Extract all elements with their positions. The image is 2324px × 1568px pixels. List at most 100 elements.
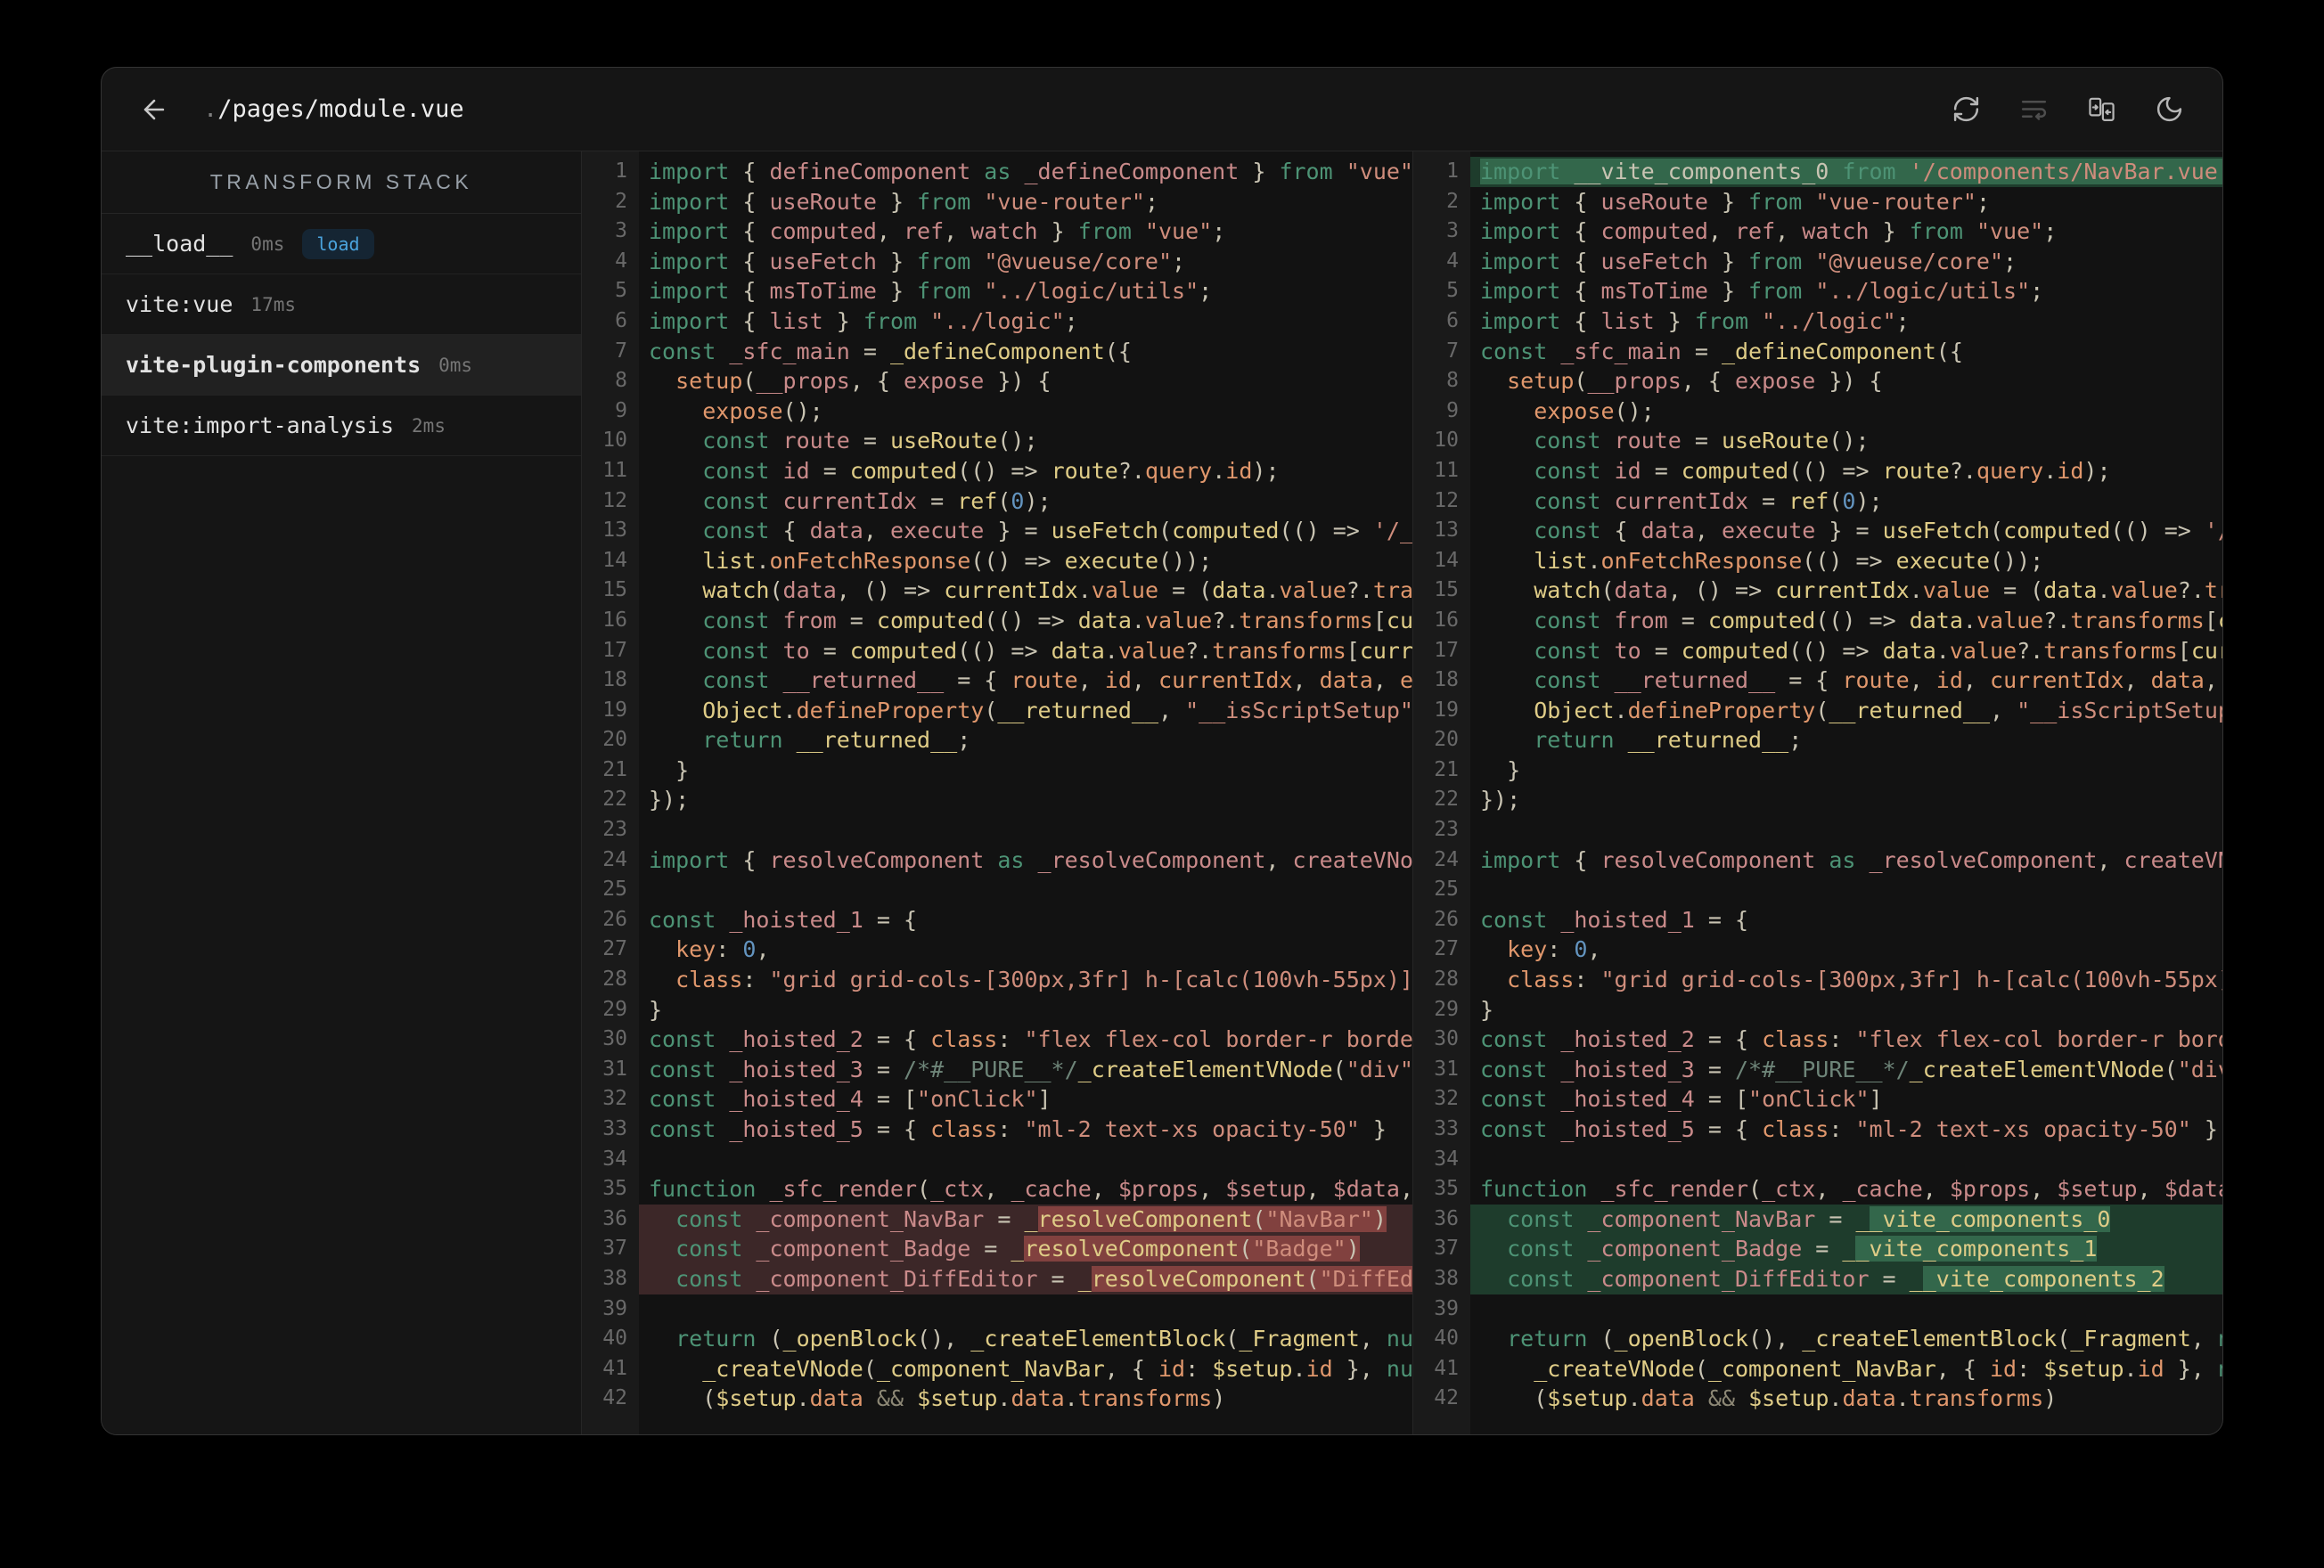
code-text: const _sfc_main = _defineComponent({ — [1480, 338, 1963, 364]
code-line: 5 import { msToTime } from "../logic/util… — [582, 276, 1412, 306]
code-text: return (_openBlock(), _createElementBloc… — [1507, 1326, 2222, 1352]
line-number: 15 — [602, 578, 627, 602]
code-text: expose(); — [702, 397, 823, 424]
code-text: const _hoisted_2 = { class: "flex flex-c… — [649, 1026, 1412, 1053]
line-number: 21 — [602, 757, 627, 781]
code-line: 14 list.onFetchResponse(() => execute())… — [1413, 546, 2222, 576]
line-number: 31 — [602, 1057, 627, 1081]
line-number: 28 — [602, 968, 627, 992]
code-text: const id = computed(() => route?.query.i… — [1534, 457, 2111, 484]
code-line: 4 import { useFetch } from "@vueuse/core"… — [582, 247, 1412, 277]
code-text: const route = useRoute(); — [702, 428, 1038, 454]
sidebar-item-vite-vue[interactable]: vite:vue 17ms — [102, 274, 581, 335]
line-number: 29 — [1434, 997, 1459, 1021]
line-number: 12 — [602, 488, 627, 512]
code-text: ($setup.data && $setup.data.transforms) — [1480, 1385, 2058, 1412]
code-line: 24 import { resolveComponent as _resolveC… — [582, 845, 1412, 876]
code-text: expose(); — [1534, 397, 1655, 424]
line-wrap-icon[interactable] — [2017, 94, 2050, 126]
code-text: Object.defineProperty(__returned__, "__i… — [1534, 697, 2222, 723]
line-number: 6 — [1446, 308, 1459, 332]
code-text: return (_openBlock(), _createElementBloc… — [675, 1326, 1412, 1352]
code-text: const currentIdx = ref(0); — [1534, 487, 1883, 514]
line-number: 2 — [615, 189, 627, 213]
refresh-icon[interactable] — [1950, 94, 1982, 126]
code-line: 17 const to = computed(() => data.value?… — [1413, 636, 2222, 666]
line-number: 41 — [602, 1356, 627, 1380]
code-line: 10 const route = useRoute(); — [1413, 426, 2222, 456]
line-number: 4 — [1446, 249, 1459, 273]
line-number: 18 — [1434, 668, 1459, 692]
code-line: 11 const id = computed(() => route?.quer… — [582, 456, 1412, 486]
code-line: 27 key: 0, — [1413, 935, 2222, 965]
code-line: 12 const currentIdx = ref(0); — [582, 486, 1412, 517]
line-number: 19 — [1434, 698, 1459, 722]
line-number: 14 — [1434, 548, 1459, 572]
code-text: const from = computed(() => data.value?.… — [1534, 607, 2222, 633]
code-text: import { msToTime } from "../logic/utils… — [1480, 278, 2044, 305]
code-line: 6 import { list } from "../logic"; — [1413, 306, 2222, 337]
code-line: 19 Object.defineProperty(__returned__, "… — [582, 696, 1412, 726]
code-text: } — [649, 996, 663, 1023]
code-text: class: "grid grid-cols-[300px,3fr] h-[ca… — [675, 967, 1412, 993]
code-text: const _component_DiffEditor = __vite_com… — [1470, 1263, 2222, 1294]
code-line: 16 const from = computed(() => data.valu… — [1413, 606, 2222, 636]
code-line: 34 — [1413, 1145, 2222, 1175]
code-line: 23 — [582, 815, 1412, 845]
code-line: 39 — [1413, 1294, 2222, 1325]
line-number: 22 — [1434, 788, 1459, 812]
code-text: watch(data, () => currentIdx.value = (da… — [1534, 577, 2222, 604]
code-text: import { list } from "../logic"; — [1480, 307, 1910, 334]
code-text: import { msToTime } from "../logic/utils… — [649, 278, 1213, 305]
plugin-name: vite-plugin-components — [126, 352, 421, 378]
line-number: 26 — [1434, 907, 1459, 931]
code-text: return __returned__; — [702, 727, 971, 754]
title-prefix: . — [203, 95, 218, 123]
code-text: } — [649, 756, 690, 783]
code-line: 42 ($setup.data && $setup.data.transform… — [1413, 1384, 2222, 1414]
line-number: 36 — [602, 1206, 627, 1230]
plugin-time: 2ms — [412, 414, 446, 437]
code-line: 22}); — [582, 785, 1412, 815]
code-text: import { useRoute } from "vue-router"; — [1480, 188, 1990, 215]
title-path: /pages/module.vue — [217, 95, 464, 123]
line-number: 2 — [1446, 189, 1459, 213]
moon-icon[interactable] — [2153, 94, 2185, 126]
transform-stack-list: __load__ 0ms load vite:vue 17ms vite-plugin-c… — [102, 214, 581, 456]
plugin-time: 0ms — [250, 233, 285, 255]
code-text: const _hoisted_5 = { class: "ml-2 text-x… — [1480, 1116, 2218, 1142]
line-number: 37 — [602, 1237, 627, 1261]
line-number: 24 — [602, 847, 627, 871]
sidebar-item-vite-import-analysis[interactable]: vite:import-analysis 2ms — [102, 396, 581, 456]
line-number: 31 — [1434, 1057, 1459, 1081]
code-text: const _component_Badge = __vite_componen… — [1470, 1234, 2222, 1264]
side-by-side-diff-icon[interactable] — [2085, 94, 2117, 126]
sidebar-item-vite-plugin-components[interactable]: vite-plugin-components 0ms — [102, 335, 581, 396]
code-text: const { data, execute } = useFetch(compu… — [1534, 518, 2222, 544]
line-number: 30 — [602, 1027, 627, 1051]
line-number: 10 — [602, 429, 627, 453]
code-line: 13 const { data, execute } = useFetch(co… — [1413, 516, 2222, 546]
code-line: 12 const currentIdx = ref(0); — [1413, 486, 2222, 517]
code-text: Object.defineProperty(__returned__, "__i… — [702, 697, 1412, 723]
line-number: 11 — [1434, 458, 1459, 482]
line-number: 10 — [1434, 429, 1459, 453]
line-number: 16 — [1434, 608, 1459, 632]
line-number: 42 — [602, 1386, 627, 1410]
code-text: const to = computed(() => data.value?.tr… — [1534, 637, 2222, 664]
line-number: 24 — [1434, 847, 1459, 871]
code-text: const _hoisted_1 = { — [649, 906, 918, 933]
back-button[interactable] — [139, 94, 169, 125]
code-text: const id = computed(() => route?.query.i… — [702, 457, 1280, 484]
line-number: 36 — [1434, 1206, 1459, 1230]
line-number: 19 — [602, 698, 627, 722]
line-number: 23 — [1434, 818, 1459, 842]
code-text: const __returned__ = { route, id, curren… — [702, 667, 1412, 694]
code-line: 31 const _hoisted_3 = /*#__PURE__*/_creat… — [582, 1055, 1412, 1085]
code-line: 41 _createVNode(_component_NavBar, { id:… — [582, 1354, 1412, 1384]
sidebar-item--load-[interactable]: __load__ 0ms load — [102, 214, 581, 274]
toolbar-icons — [1950, 94, 2185, 126]
inspect-window: ./pages/module.vue TRANSFORM STACK __loa… — [101, 67, 2223, 1435]
